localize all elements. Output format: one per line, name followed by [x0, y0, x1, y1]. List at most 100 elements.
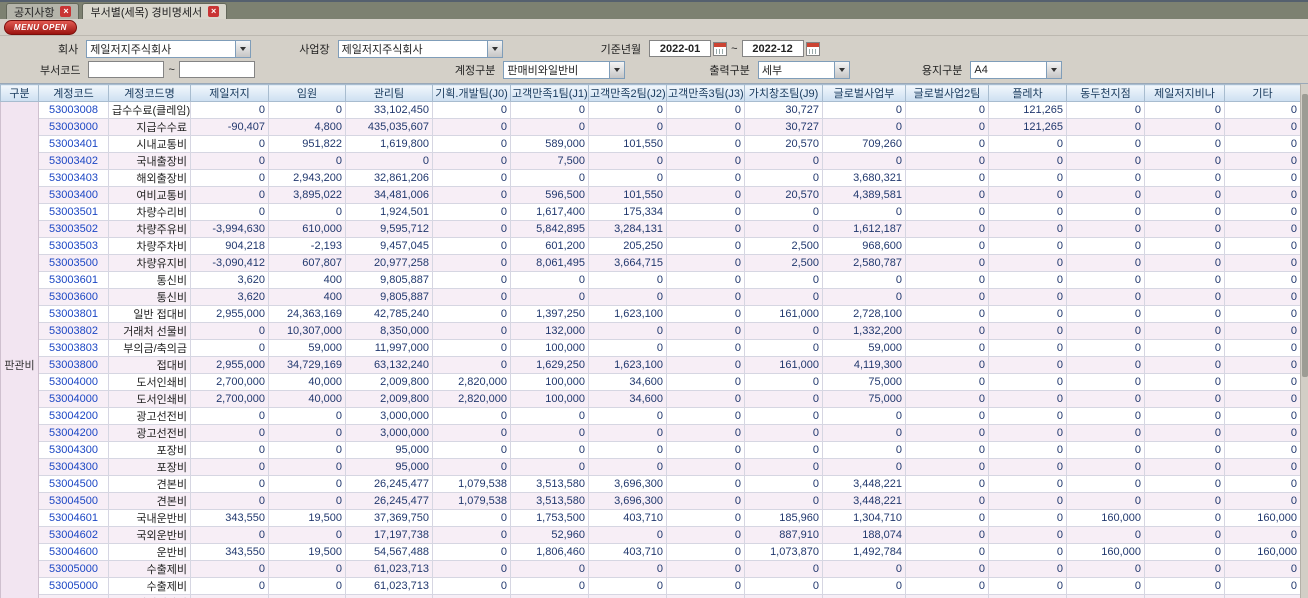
- table-row[interactable]: 53003801 일반 접대비 2,955,000 24,363,169 42,785,…: [1, 305, 1301, 323]
- amount-cell: 0: [510, 271, 589, 289]
- table-row[interactable]: 53003403 해외출장비 0 2,943,200 32,861,206 0 0 0 0 0 3,…: [1, 169, 1301, 187]
- table-row[interactable]: 53004200 광고선전비 0 0 3,000,000 0 0 0 0 0 0 0 0 0 0 0: [1, 407, 1301, 425]
- amount-cell: 0: [905, 203, 989, 221]
- table-row[interactable]: 53004500 견본비 0 0 26,245,477 1,079,538 3,513,58…: [1, 475, 1301, 493]
- amount-cell: 0: [905, 288, 989, 306]
- amount-cell: 2,500: [744, 254, 823, 272]
- amount-cell: 0: [1144, 390, 1225, 408]
- table-row[interactable]: 53005000 수출제비 0 0 61,023,713 0 0 0 0 0 0 0 0 0 0 0: [1, 577, 1301, 595]
- account-name: 수출제비: [108, 560, 191, 578]
- amount-cell: 3,696,300: [588, 475, 667, 493]
- amount-cell: 0: [744, 322, 823, 340]
- table-row[interactable]: 53004000 도서인쇄비 2,700,000 40,000 2,009,800 2,8…: [1, 373, 1301, 391]
- period-to-value: 2022-12: [752, 42, 793, 55]
- chevron-down-icon: [833, 61, 849, 78]
- calendar-icon[interactable]: [713, 41, 728, 56]
- account-name: 광고선전비: [108, 407, 191, 425]
- account-type-select[interactable]: 판매비와일반비: [503, 60, 626, 79]
- amount-cell: 0: [190, 526, 269, 544]
- amount-cell: 2,500: [744, 237, 823, 255]
- account-name: 국내출장비: [108, 152, 191, 170]
- filter-row-1: 회사 제일저지주식회사 사업장 제일저지주식회사 기준년월 2022-01 ~ …: [0, 38, 1308, 59]
- amount-cell: 0: [905, 373, 989, 391]
- amount-cell: 0: [905, 169, 989, 187]
- table-row[interactable]: 53003401 시내교통비 0 951,822 1,619,800 0 589,000 10…: [1, 135, 1301, 153]
- tab-notice[interactable]: 공지사항 ×: [6, 3, 80, 19]
- account-code: 53004602: [38, 526, 109, 544]
- col-header-dept: 고객만족2팀(J2): [588, 84, 667, 102]
- table-row[interactable]: 53004600 운반비 343,550 19,500 54,567,488 0 1,806…: [1, 543, 1301, 561]
- amount-cell: 0: [588, 424, 667, 442]
- amount-cell: 0: [1144, 526, 1225, 544]
- table-row[interactable]: 53003400 여비교통비 0 3,895,022 34,481,006 0 596,50…: [1, 186, 1301, 204]
- amount-cell: 0: [988, 577, 1067, 595]
- amount-cell: 0: [1066, 203, 1145, 221]
- table-row[interactable]: 53005602인력개발비002,400,00000000000000: [1, 594, 1301, 598]
- amount-cell: 0: [588, 339, 667, 357]
- amount-cell: 0: [588, 458, 667, 476]
- table-row[interactable]: 53004300 포장비 0 0 95,000 0 0 0 0 0 0 0 0 0 0 0: [1, 458, 1301, 476]
- amount-cell: 0: [666, 390, 745, 408]
- amount-cell: 0: [1224, 186, 1301, 204]
- amount-cell: 1,079,538: [432, 492, 511, 510]
- table-row[interactable]: 53003600 통신비 3,620 400 9,805,887 0 0 0 0 0 0 0 0 0 0 0: [1, 288, 1301, 306]
- account-name: 수출제비: [108, 577, 191, 595]
- table-row[interactable]: 53004300 포장비 0 0 95,000 0 0 0 0 0 0 0 0 0 0 0: [1, 441, 1301, 459]
- scrollbar-thumb[interactable]: [1302, 94, 1308, 377]
- table-row[interactable]: 53004000 도서인쇄비 2,700,000 40,000 2,009,800 2,8…: [1, 390, 1301, 408]
- table-row[interactable]: 53003503 차량주차비 904,218 -2,193 9,457,045 0 601,…: [1, 237, 1301, 255]
- amount-cell: 951,822: [268, 135, 346, 153]
- amount-cell: 2,700,000: [190, 390, 269, 408]
- amount-cell: 0: [744, 169, 823, 187]
- calendar-icon[interactable]: [805, 41, 820, 56]
- table-row[interactable]: 53003803 부의금/축의금 0 59,000 11,997,000 0 100,000…: [1, 339, 1301, 357]
- chevron-down-icon: [609, 61, 625, 78]
- amount-cell: 0: [988, 322, 1067, 340]
- dept-code-from-input[interactable]: [88, 61, 165, 78]
- table-row[interactable]: 53004200 광고선전비 0 0 3,000,000 0 0 0 0 0 0 0 0 0 0 0: [1, 424, 1301, 442]
- amount-cell: 1,073,870: [744, 543, 823, 561]
- amount-cell: 0: [588, 322, 667, 340]
- table-row[interactable]: 53003502 차량주유비 -3,994,630 610,000 9,595,712 0…: [1, 220, 1301, 238]
- table-row[interactable]: 53003601 통신비 3,620 400 9,805,887 0 0 0 0 0 0 0 0 0 0 0: [1, 271, 1301, 289]
- workplace-select[interactable]: 제일저지주식회사: [337, 39, 503, 58]
- account-name: 차량유지비: [108, 254, 191, 272]
- amount-cell: 3,448,221: [822, 475, 906, 493]
- amount-cell: 0: [1144, 203, 1225, 221]
- amount-cell: 0: [1066, 152, 1145, 170]
- amount-cell: 968,600: [822, 237, 906, 255]
- amount-cell: 1,753,500: [510, 509, 589, 527]
- table-row[interactable]: 판관비 53003008 급수수료(클레임) 0 0 33,102,450 0 0 0 0 30,7…: [0, 101, 1301, 598]
- period-from-input[interactable]: 2022-01: [649, 40, 712, 57]
- vertical-scrollbar[interactable]: [1300, 84, 1308, 598]
- table-row[interactable]: 53003802 거래처 선물비 0 10,307,000 8,350,000 0 132,…: [1, 322, 1301, 340]
- amount-cell: 0: [1144, 543, 1225, 561]
- paper-type-select[interactable]: A4: [970, 60, 1063, 79]
- table-row[interactable]: 53003402 국내출장비 0 0 0 0 7,500 0 0 0 0 0 0 0 0 0: [1, 152, 1301, 170]
- dept-code-to-input[interactable]: [178, 61, 255, 78]
- amount-cell: 0: [1224, 475, 1301, 493]
- menu-open-button[interactable]: MENU OPEN: [4, 19, 77, 35]
- account-code: 53004200: [38, 407, 109, 425]
- amount-cell: 0: [1144, 237, 1225, 255]
- amount-cell: 0: [1224, 594, 1301, 598]
- close-icon[interactable]: ×: [60, 6, 72, 17]
- table-row[interactable]: 53005000 수출제비 0 0 61,023,713 0 0 0 0 0 0 0 0 0 0 0: [1, 560, 1301, 578]
- period-to-input[interactable]: 2022-12: [741, 40, 804, 57]
- table-row[interactable]: 53003500 차량유지비 -3,090,412 607,807 20,977,258…: [1, 254, 1301, 272]
- amount-cell: 0: [1224, 288, 1301, 306]
- table-row[interactable]: 53004601 국내운반비 343,550 19,500 37,369,750 0 1,7…: [1, 509, 1301, 527]
- amount-cell: 2,820,000: [432, 390, 511, 408]
- company-select[interactable]: 제일저지주식회사: [86, 39, 252, 58]
- output-type-select[interactable]: 세부: [757, 60, 850, 79]
- close-icon[interactable]: ×: [208, 6, 220, 17]
- table-row[interactable]: 53003000 지급수수료 -90,407 4,800 435,035,607 0 0 0 0…: [1, 118, 1301, 136]
- tab-expense-report[interactable]: 부서별(세목) 경비명세서 ×: [82, 3, 228, 19]
- amount-cell: 0: [432, 169, 511, 187]
- amount-cell: 0: [988, 424, 1067, 442]
- amount-cell: 0: [1066, 254, 1145, 272]
- table-row[interactable]: 53003800 접대비 2,955,000 34,729,169 63,132,240…: [1, 356, 1301, 374]
- table-row[interactable]: 53003501 차량수리비 0 0 1,924,501 0 1,617,400 175,33…: [1, 203, 1301, 221]
- table-row[interactable]: 53004500 견본비 0 0 26,245,477 1,079,538 3,513,58…: [1, 492, 1301, 510]
- table-row[interactable]: 53004602 국외운반비 0 0 17,197,738 0 52,960 0 0 887,91…: [1, 526, 1301, 544]
